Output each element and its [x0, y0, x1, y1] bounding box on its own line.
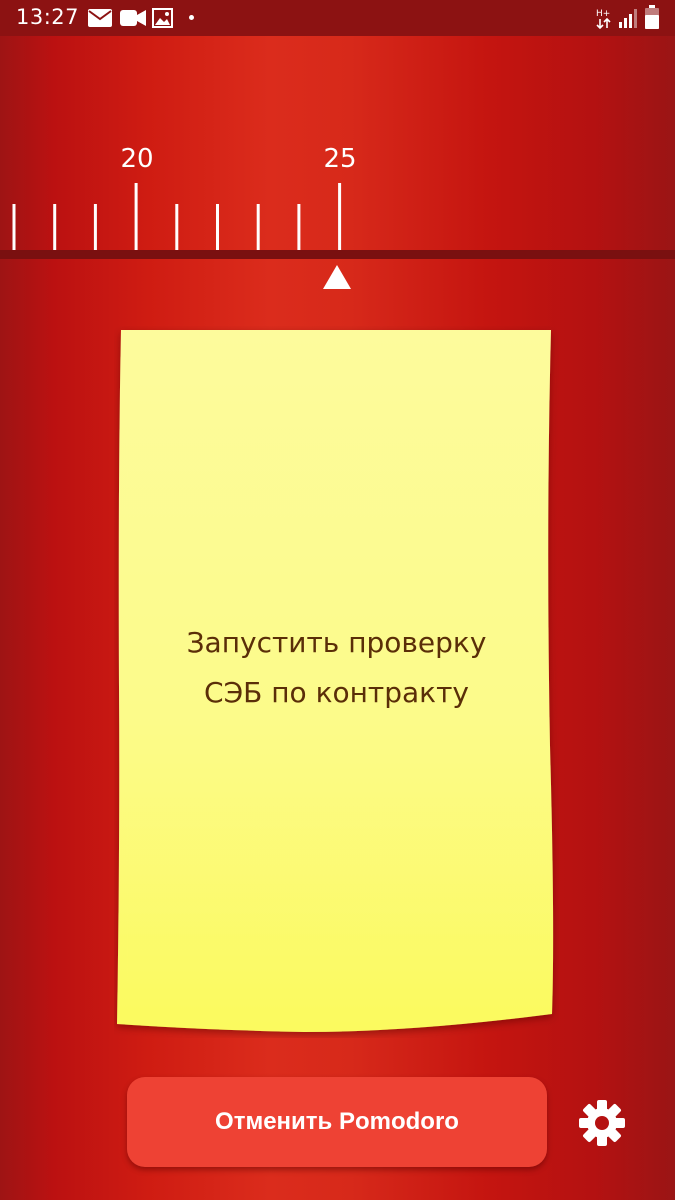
ruler-label-20: 20 — [120, 144, 153, 174]
status-bar: 13:27 H+ — [0, 0, 675, 36]
task-text: Запустить проверку СЭБ по контракту — [186, 626, 487, 709]
mail-icon — [88, 9, 112, 27]
cancel-pomodoro-button[interactable]: Отменить Pomodoro — [127, 1077, 547, 1167]
ruler-label-25: 25 — [323, 144, 356, 174]
task-sticky-note: Запустить проверку СЭБ по контракту — [114, 326, 559, 1038]
data-transfer-icon: H+ — [596, 9, 611, 29]
gear-icon[interactable] — [577, 1098, 627, 1148]
ruler-scale[interactable]: 20 25 — [0, 36, 675, 256]
video-icon — [120, 10, 146, 26]
battery-icon — [645, 5, 659, 29]
svg-text:H+: H+ — [596, 9, 610, 19]
signal-icon — [619, 9, 637, 28]
timer-pointer-icon — [323, 265, 351, 289]
notification-dot — [189, 15, 194, 20]
status-time: 13:27 — [16, 5, 80, 29]
timer-ruler[interactable]: 20 25 — [0, 36, 675, 256]
image-icon — [152, 8, 173, 28]
